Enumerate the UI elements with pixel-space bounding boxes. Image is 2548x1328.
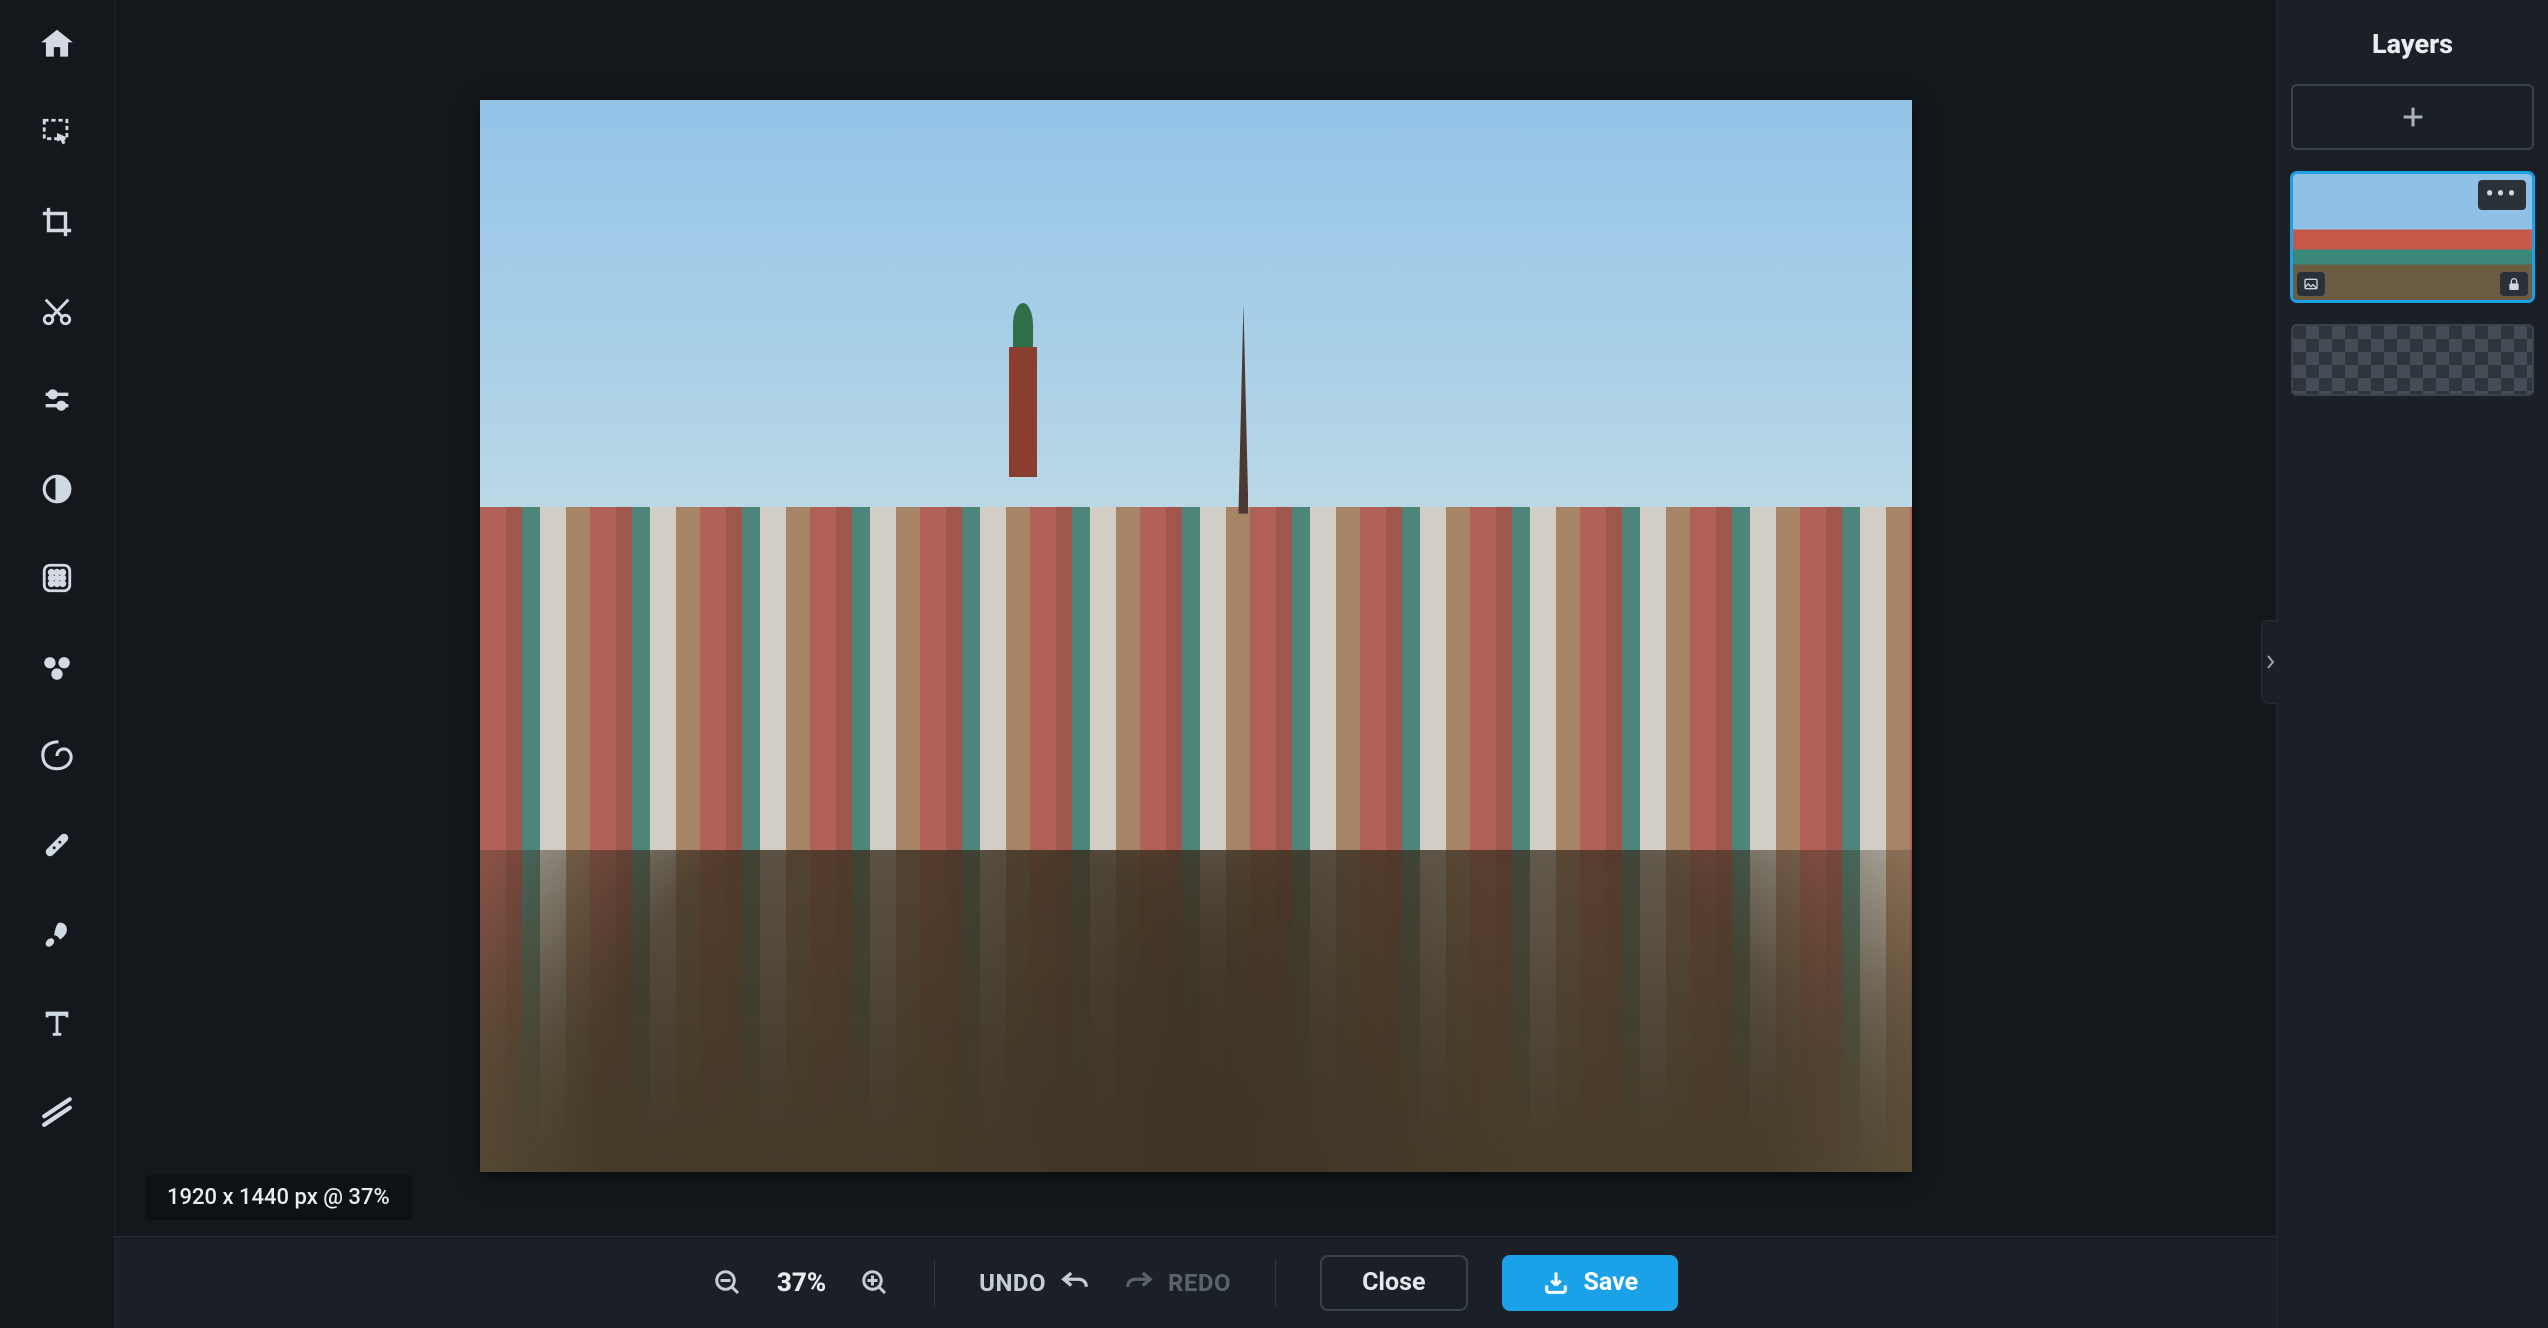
panel-collapse-handle[interactable] [2261,620,2277,704]
adjust-tool[interactable] [27,378,87,422]
cut-tool[interactable] [27,289,87,333]
plus-icon [2399,103,2427,131]
undo-icon [1060,1268,1090,1298]
marker-icon [40,1095,74,1129]
layer-list: ••• [2277,84,2548,396]
left-toolbar [0,0,115,1328]
crop-tool[interactable] [27,200,87,244]
redo-label: REDO [1168,1269,1231,1297]
clone-icon [40,650,74,684]
heal-icon [40,828,74,862]
draw-tool[interactable] [27,1090,87,1134]
decorative-tower [1009,347,1037,477]
undo-button[interactable]: UNDO [979,1268,1090,1298]
heal-tool[interactable] [27,823,87,867]
undo-label: UNDO [979,1269,1046,1297]
layer-item-1[interactable]: ••• [2291,172,2534,302]
app-root: 1920 x 1440 px @ 37% 37% UNDO [0,0,2548,1328]
zoom-in-icon [860,1268,890,1298]
close-button[interactable]: Close [1320,1255,1467,1311]
home-button[interactable] [27,22,87,66]
select-tool[interactable] [27,111,87,155]
layer-item-2[interactable] [2291,324,2534,396]
lock-icon [2506,276,2522,292]
divider [1275,1259,1276,1307]
download-icon [1542,1269,1570,1297]
layer-lock-badge[interactable] [2500,272,2528,296]
liquify-tool[interactable] [27,734,87,778]
canvas-status: 1920 x 1440 px @ 37% [145,1175,412,1220]
layer-menu-button[interactable]: ••• [2478,180,2526,210]
layer-thumbnail [2293,326,2532,394]
zoom-level: 37% [777,1268,826,1298]
save-label: Save [1584,1268,1639,1297]
cut-icon [40,294,74,328]
filter-tool[interactable] [27,556,87,600]
layer-type-badge [2297,272,2325,296]
redo-button[interactable]: REDO [1124,1268,1231,1298]
layers-panel: Layers ••• [2276,0,2548,1328]
canvas-viewport[interactable]: 1920 x 1440 px @ 37% [115,0,2276,1236]
clone-tool[interactable] [27,645,87,689]
adjust-icon [40,383,74,417]
text-tool[interactable] [27,1001,87,1045]
layers-title: Layers [2277,0,2548,84]
divider [934,1259,935,1307]
decorative-spire [1238,304,1248,514]
zoom-in-button[interactable] [860,1268,890,1298]
contrast-icon [40,472,74,506]
brush-icon [40,917,74,951]
artboard[interactable] [480,100,1912,1172]
action-buttons: Close Save [1320,1255,1678,1311]
bottom-bar: 37% UNDO REDO Close [115,1236,2276,1328]
close-label: Close [1362,1268,1425,1297]
history-controls: UNDO REDO [979,1268,1231,1298]
zoom-out-icon [713,1268,743,1298]
home-icon [38,25,76,63]
filter-grid-icon [40,561,74,595]
crop-icon [40,205,74,239]
contrast-tool[interactable] [27,467,87,511]
add-layer-button[interactable] [2291,84,2534,150]
zoom-out-button[interactable] [713,1268,743,1298]
center-column: 1920 x 1440 px @ 37% 37% UNDO [115,0,2276,1328]
zoom-controls: 37% [713,1268,890,1298]
redo-icon [1124,1268,1154,1298]
chevron-right-icon [2264,654,2276,670]
image-icon [2303,276,2319,292]
spiral-icon [40,739,74,773]
text-icon [40,1006,74,1040]
select-icon [40,116,74,150]
brush-tool[interactable] [27,912,87,956]
save-button[interactable]: Save [1502,1255,1679,1311]
